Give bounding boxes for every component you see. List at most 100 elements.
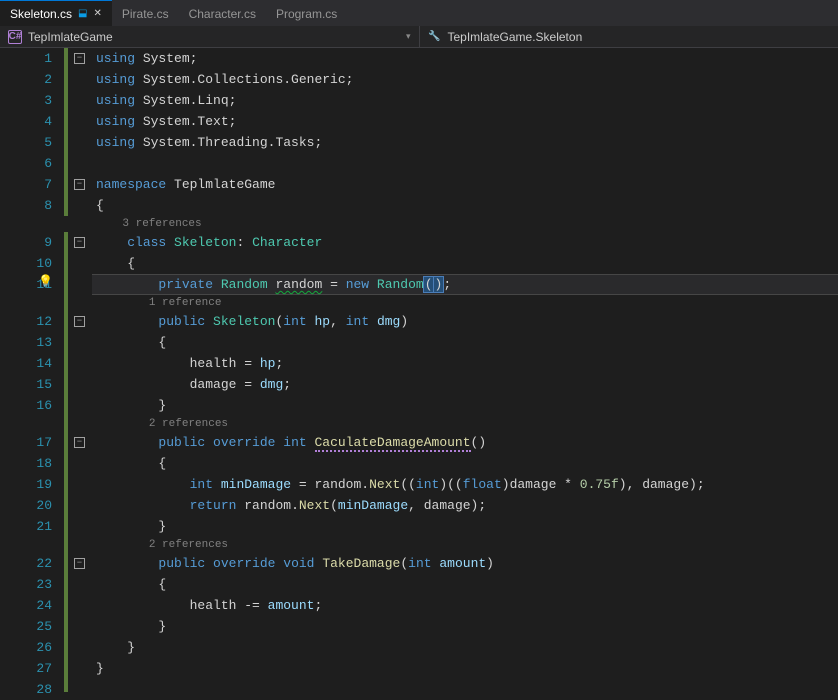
kw-override: override [213,435,275,450]
references-link[interactable]: 2 references [149,539,228,551]
nav-class-dropdown[interactable]: 🔧 TepImlateGame.Skeleton [419,26,838,47]
references-link[interactable]: 1 reference [149,297,222,309]
tab-label: Skeleton.cs [10,7,72,21]
kw-override: override [213,556,275,571]
param-dmg: dmg [260,377,283,392]
line-number: 28 [0,679,52,700]
navigation-bar: C# TepImlateGame ▾ 🔧 TepImlateGame.Skele… [0,26,838,48]
kw-using: using [96,114,135,129]
tab-program[interactable]: Program.cs [266,0,347,26]
kw-int: int [283,435,306,450]
field-health: health [190,598,237,613]
tab-skeleton[interactable]: Skeleton.cs ⬓ ✕ [0,0,112,26]
field-random: random [314,477,361,492]
param-amount: amount [268,598,315,613]
param-hp: hp [315,314,331,329]
kw-int: int [346,314,369,329]
line-number: 23 [0,574,52,595]
code-area[interactable]: using System; using System.Collections.G… [92,48,838,698]
line-number: 14 [0,353,52,374]
lightbulb-icon[interactable]: 💡 [38,274,53,289]
kw-int: int [190,477,213,492]
csharp-icon: C# [8,30,22,44]
kw-public: public [158,314,205,329]
kw-return: return [190,498,237,513]
ns: System.Collections.Generic [143,72,346,87]
nav-class-label: TepImlateGame.Skeleton [448,30,583,44]
ns: System.Text [143,114,229,129]
fold-toggle[interactable]: − [74,437,85,448]
line-number: 3 [0,90,52,111]
line-number: 4 [0,111,52,132]
fold-toggle[interactable]: − [74,53,85,64]
line-number: 9 [0,232,52,253]
fold-toggle[interactable]: − [74,179,85,190]
pin-icon[interactable]: ⬓ [78,8,87,19]
line-number: 15 [0,374,52,395]
line-number: 24 [0,595,52,616]
base-class: Character [252,235,322,250]
line-number: 1 [0,48,52,69]
field-damage: damage [642,477,689,492]
line-number: 13 [0,332,52,353]
type-random: Random [221,277,268,292]
line-number: 6 [0,153,52,174]
chevron-down-icon: ▾ [406,31,411,42]
kw-int: int [408,556,431,571]
kw-int: int [283,314,306,329]
references-link[interactable]: 2 references [149,418,228,430]
line-number-gutter: 1 2 3 4 5 6 7 8 9 10 11 12 13 14 15 16 1… [0,48,64,698]
line-number: 10 [0,253,52,274]
field-damage: damage [190,377,237,392]
type-random: Random [377,277,424,292]
constructor-name: Skeleton [213,314,275,329]
param-amount: amount [439,556,486,571]
line-number: 19 [0,474,52,495]
close-icon[interactable]: ✕ [94,8,102,19]
code-editor[interactable]: 1 2 3 4 5 6 7 8 9 10 11 12 13 14 15 16 1… [0,48,838,698]
line-number: 2 [0,69,52,90]
param-dmg: dmg [377,314,400,329]
line-number: 25 [0,616,52,637]
class-name: Skeleton [174,235,236,250]
tab-label: Pirate.cs [122,7,169,21]
class-icon: 🔧 [428,30,442,44]
line-number: 16 [0,395,52,416]
fold-toggle[interactable]: − [74,316,85,327]
ns: System [143,51,190,66]
ns: System.Threading.Tasks [143,135,315,150]
line-number: 7 [0,174,52,195]
kw-namespace: namespace [96,177,166,192]
kw-using: using [96,135,135,150]
tab-label: Character.cs [189,7,256,21]
fold-toggle[interactable]: − [74,237,85,248]
local-min-damage: minDamage [338,498,408,513]
line-number: 21 [0,516,52,537]
field-damage: damage [510,477,557,492]
nav-project-label: TepImlateGame [28,30,113,44]
tab-character[interactable]: Character.cs [179,0,266,26]
references-link[interactable]: 3 references [122,218,201,230]
param-hp: hp [260,356,276,371]
line-number: 26 [0,637,52,658]
line-number: 17 [0,432,52,453]
method-next: Next [299,498,330,513]
field-random: random [244,498,291,513]
ns: System.Linq [143,93,229,108]
kw-public: public [158,556,205,571]
field-health: health [190,356,237,371]
line-number: 20 [0,495,52,516]
kw-void: void [283,556,314,571]
tab-label: Program.cs [276,7,337,21]
field-random: random [275,277,322,292]
kw-using: using [96,93,135,108]
tab-pirate[interactable]: Pirate.cs [112,0,179,26]
literal-float: 0.75f [580,477,619,492]
line-number: 27 [0,658,52,679]
nav-project-dropdown[interactable]: C# TepImlateGame ▾ [0,26,419,47]
fold-toggle[interactable]: − [74,558,85,569]
editor-margin: − − − − − − 💡 [64,48,92,698]
field-damage: damage [424,498,471,513]
local-min-damage: minDamage [221,477,291,492]
line-number: 5 [0,132,52,153]
